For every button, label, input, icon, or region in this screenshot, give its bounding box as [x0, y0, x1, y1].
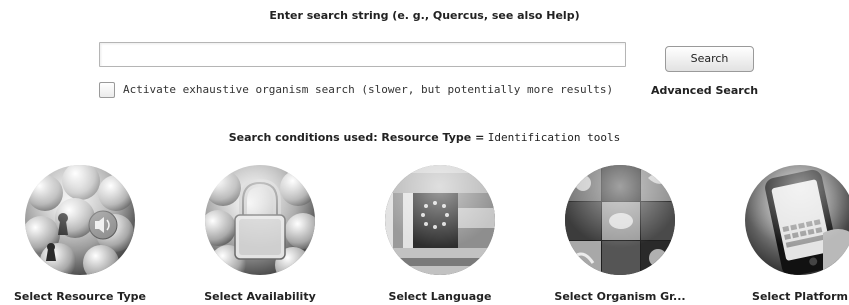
filter-label: Select Language: [388, 290, 492, 303]
search-input[interactable]: [99, 42, 626, 67]
exhaustive-search-checkbox[interactable]: [99, 82, 115, 98]
filter-resource-type[interactable]: Select Resource Type: [0, 163, 160, 305]
filter-language[interactable]: Select Language: [360, 163, 520, 305]
filter-label: Select Platform: [752, 290, 848, 303]
filter-platform[interactable]: Select Platform: [720, 163, 849, 305]
exhaustive-search-label: Activate exhaustive organism search (slo…: [123, 83, 614, 96]
advanced-search-link[interactable]: Advanced Search: [651, 84, 758, 97]
resource-type-icon: [24, 164, 136, 276]
search-button[interactable]: Search: [665, 46, 754, 72]
filter-label: Select Availability: [204, 290, 316, 303]
filter-label: Select Resource Type: [13, 290, 147, 303]
smartphone-icon: [744, 164, 849, 276]
search-conditions: Search conditions used: Resource Type = …: [0, 131, 849, 144]
filter-organism-group[interactable]: Select Organism Gr...: [540, 163, 700, 305]
search-prompt: Enter search string (e. g., Quercus, see…: [269, 9, 580, 22]
organism-photos-icon: [564, 164, 676, 276]
padlock-icon: [204, 164, 316, 276]
filter-label: Select Organism Gr...: [554, 290, 686, 303]
filter-availability[interactable]: Select Availability: [180, 163, 340, 305]
search-conditions-prefix: Search conditions used: Resource Type =: [228, 131, 485, 144]
search-conditions-value: Identification tools: [487, 131, 621, 144]
flags-icon: [384, 164, 496, 276]
